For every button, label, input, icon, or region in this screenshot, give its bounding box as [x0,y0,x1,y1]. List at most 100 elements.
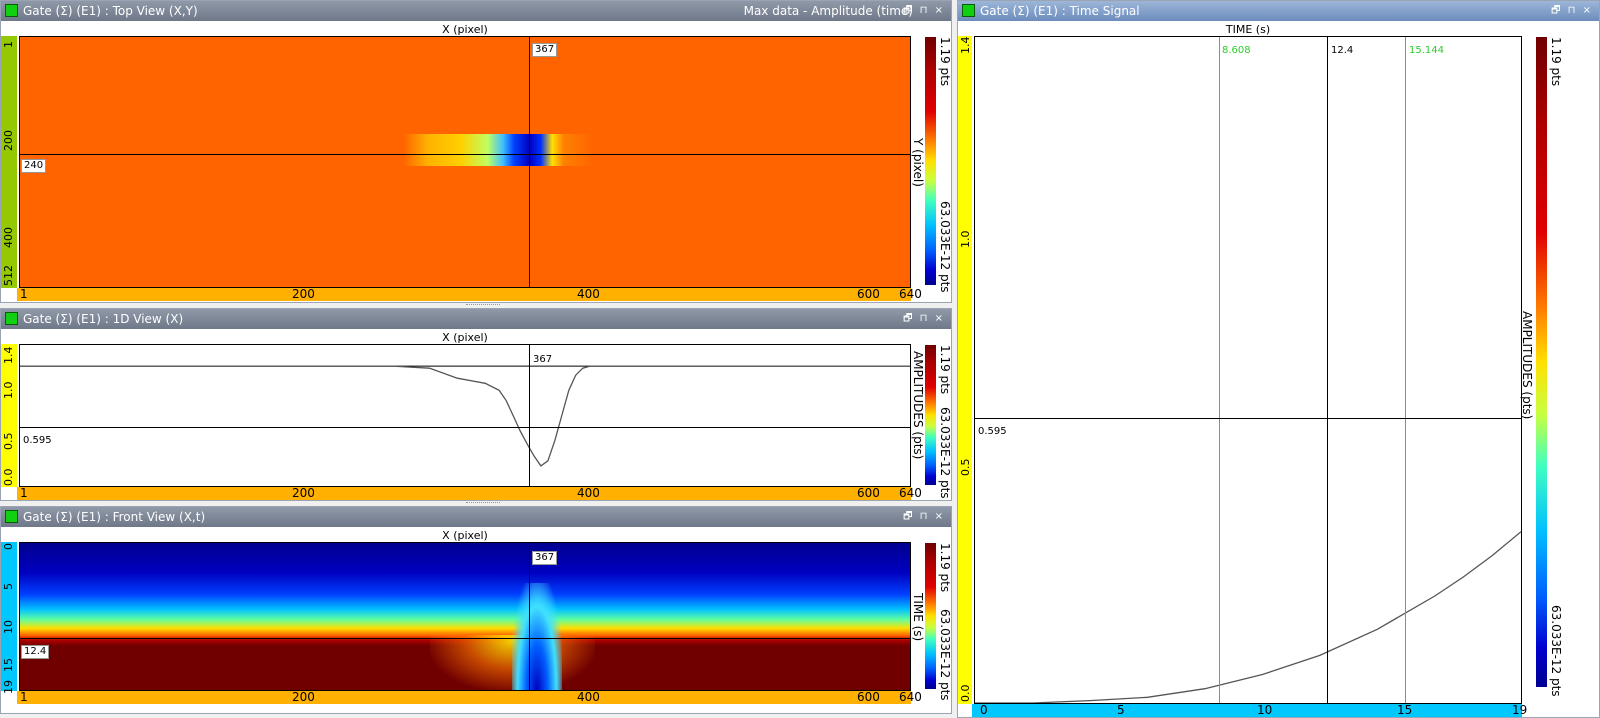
gate-start-line[interactable] [1219,37,1220,703]
view-1d-colorbar [925,345,936,485]
series-line [20,365,910,467]
view-1d-plot[interactable]: 367 0.595 [19,344,911,487]
view-1d-colorbar-max: 1.19 pts [938,345,952,395]
top-view-x-axis[interactable]: 1 200 400 600 640 [17,287,922,301]
front-view-title: Gate (Σ) (E1) : Front View (X,t) [23,510,206,524]
view-1d-title: Gate (Σ) (E1) : 1D View (X) [23,312,184,326]
front-view-panel: Gate (Σ) (E1) : Front View (X,t) 🗗 ⊓ × X… [0,506,952,714]
time-signal-titlebar[interactable]: Gate (Σ) (E1) : Time Signal 🗗 ⊓ × [958,1,1599,21]
view-1d-y-axis[interactable]: 1.4 1.0 0.5 0.0 [1,344,17,487]
time-signal-chart [975,531,1521,703]
top-view-y-axis[interactable]: 1 200 400 512 [1,36,17,288]
view-1d-cursor-y-line[interactable] [20,427,910,428]
window-controls-icon[interactable]: 🗗 ⊓ × [903,1,945,21]
defect-indication [404,134,594,166]
top-view-colorbar-max: 1.19 pts [938,37,952,87]
top-view-colorbar [925,37,936,285]
y-tick-label: 1.0 [2,381,15,400]
x-tick-label: 1 [20,690,28,704]
x-tick-label: 400 [577,486,600,500]
y-tick-label: 1.0 [959,230,972,249]
view-1d-cursor-y-label: 0.595 [23,435,52,446]
y-tick-label: 0.5 [2,432,15,451]
x-tick-label: 0 [980,703,988,717]
y-tick-label: 0.0 [2,468,15,487]
x-tick-label: 640 [899,287,922,301]
x-tick-label: 600 [857,486,880,500]
front-view-cursor-x-label: 367 [532,551,558,565]
view-1d-colorbar-min: 63.033E-12 pts [938,407,952,499]
time-signal-colorbar-min: 63.033E-12 pts [1549,605,1563,697]
view-1d-y-axis-title: AMPLITUDES (pts) [911,351,925,460]
x-tick-label: 1 [20,486,28,500]
time-signal-cursor-x-line[interactable] [1327,37,1328,703]
gate-end-label: 15.144 [1409,45,1444,56]
top-view-panel: Gate (Σ) (E1) : Top View (X,Y) Max data … [0,0,952,303]
x-tick-label: 5 [1117,703,1125,717]
top-view-colorbar-min: 63.033E-12 pts [938,201,952,293]
time-signal-x-axis[interactable]: 0 5 10 15 19 [972,703,1527,717]
front-view-colorbar-max: 1.19 pts [938,543,952,593]
time-signal-plot[interactable]: 8.608 15.144 12.4 0.595 [974,36,1522,704]
time-signal-panel: Gate (Σ) (E1) : Time Signal 🗗 ⊓ × TIME (… [957,0,1600,718]
time-signal-y-axis-title: AMPLITUDES (pts) [1520,311,1534,420]
x-tick-label: 640 [899,486,922,500]
time-signal-colorbar-max: 1.19 pts [1549,37,1563,87]
front-view-colorbar [925,543,936,689]
view-1d-cursor-x-label: 367 [533,354,553,365]
front-view-x-axis-title: X (pixel) [442,529,488,542]
panel-status-icon [5,510,18,523]
front-view-titlebar[interactable]: Gate (Σ) (E1) : Front View (X,t) 🗗 ⊓ × [1,507,951,527]
x-tick-label: 200 [292,486,315,500]
front-view-cursor-y-label: 12.4 [21,645,50,659]
window-controls-icon[interactable]: 🗗 ⊓ × [903,309,945,329]
top-view-cursor-x-line[interactable] [529,37,530,287]
time-signal-y-axis[interactable]: 1.4 1.0 0.5 0.0 [958,36,972,704]
y-tick-label: 1 [2,41,15,48]
view-1d-x-axis[interactable]: 1 200 400 600 640 [17,486,922,500]
x-tick-label: 19 [1512,703,1528,717]
front-view-y-axis-title: TIME (s) [911,593,925,642]
y-tick-label: 0 [2,543,15,550]
y-tick-label: 19 [2,680,15,694]
gate-start-label: 8.608 [1222,45,1251,56]
y-tick-label: 0.5 [959,458,972,477]
window-controls-icon[interactable]: 🗗 ⊓ × [903,507,945,527]
top-view-titlebar[interactable]: Gate (Σ) (E1) : Top View (X,Y) Max data … [1,1,951,21]
front-view-x-axis[interactable]: 1 200 400 600 640 [17,690,922,704]
panel-status-icon [5,4,18,17]
x-tick-label: 640 [899,690,922,704]
x-tick-label: 200 [292,690,315,704]
y-tick-label: 1.4 [2,346,15,365]
front-view-plot[interactable]: 367 12.4 [19,542,911,691]
top-view-cursor-y-line[interactable] [20,154,910,155]
y-tick-label: 1.4 [959,36,972,55]
time-signal-colorbar [1536,37,1547,687]
front-view-cursor-y-line[interactable] [20,638,910,639]
top-view-cursor-x-label: 367 [532,43,558,57]
x-tick-label: 600 [857,690,880,704]
time-signal-cursor-y-line[interactable] [975,418,1521,419]
window-controls-icon[interactable]: 🗗 ⊓ × [1551,1,1593,21]
front-view-y-axis[interactable]: 0 5 10 15 19 [1,542,17,694]
time-signal-x-axis-title: TIME (s) [1225,23,1271,36]
panel-status-icon [5,312,18,325]
top-view-y-axis-title: Y (pixel) [911,138,925,187]
y-tick-label: 200 [2,130,15,151]
top-view-cursor-y-label: 240 [21,159,47,173]
top-view-x-axis-title: X (pixel) [442,23,488,36]
series-line [975,531,1521,703]
defect-time-trace [512,583,562,690]
top-view-title: Gate (Σ) (E1) : Top View (X,Y) [23,4,198,18]
top-view-display-mode: Max data - Amplitude (time) [743,4,913,18]
front-view-cursor-x-line[interactable] [529,543,530,690]
y-tick-label: 400 [2,227,15,248]
gate-end-line[interactable] [1405,37,1406,703]
view-1d-cursor-x-line[interactable] [529,345,530,486]
x-tick-label: 400 [577,287,600,301]
x-tick-label: 200 [292,287,315,301]
x-tick-label: 10 [1257,703,1273,717]
top-view-plot[interactable]: 367 240 [19,36,911,288]
view-1d-titlebar[interactable]: Gate (Σ) (E1) : 1D View (X) 🗗 ⊓ × [1,309,951,329]
x-tick-label: 1 [20,287,28,301]
